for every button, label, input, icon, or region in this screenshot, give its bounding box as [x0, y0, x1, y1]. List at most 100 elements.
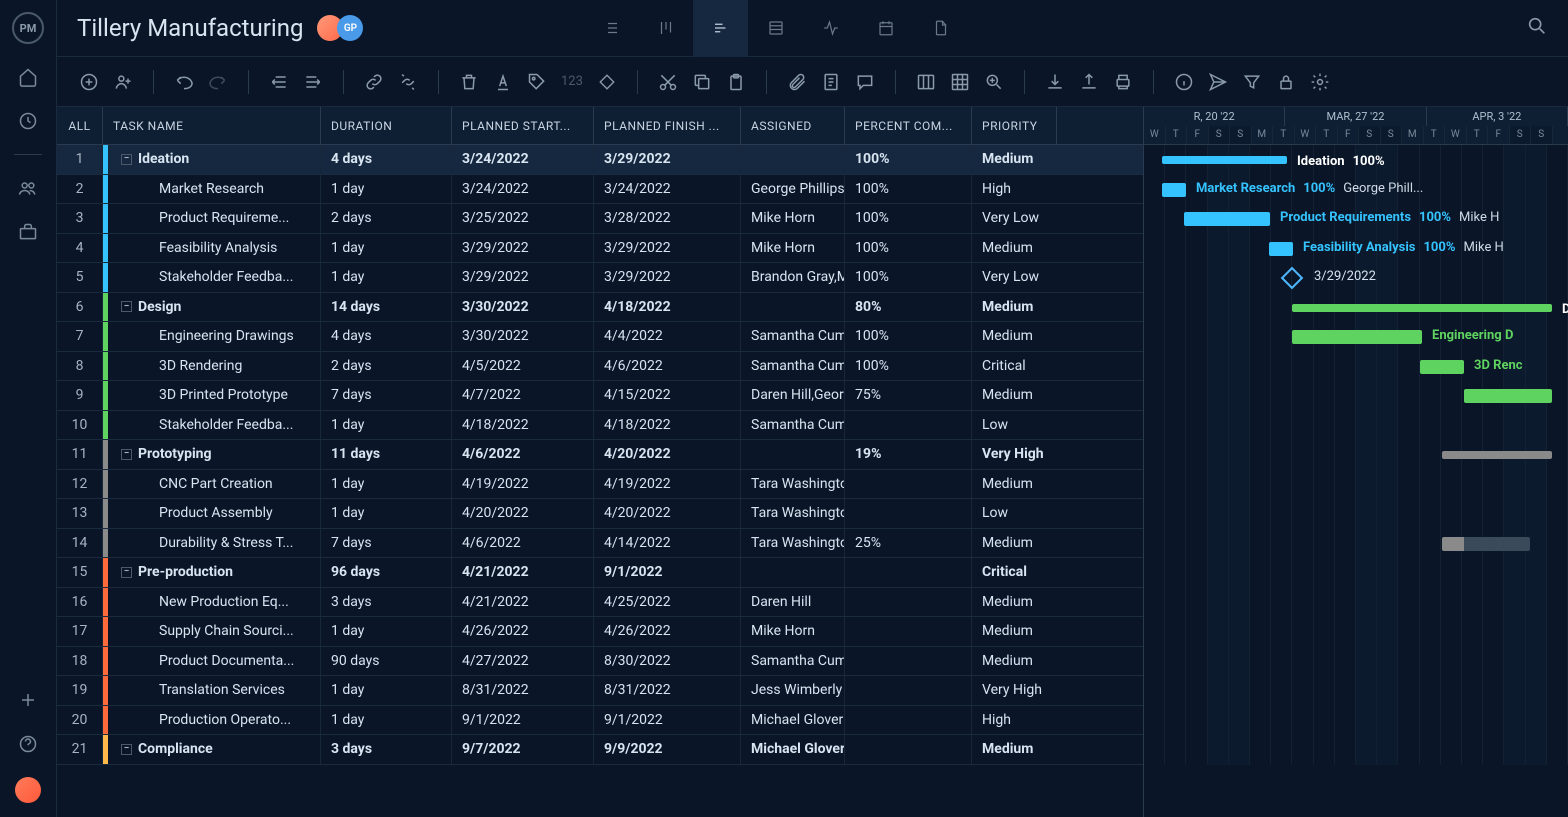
task-row[interactable]: 11−Prototyping11 days4/6/20224/20/202219… [57, 440, 1143, 470]
assigned-cell[interactable]: Mike Horn [741, 234, 845, 263]
assigned-cell[interactable] [741, 440, 845, 469]
task-row[interactable]: 15−Pre-production96 days4/21/20229/1/202… [57, 558, 1143, 588]
send-icon[interactable] [1208, 72, 1228, 92]
gantt-row[interactable]: 3/29/2022 [1144, 263, 1568, 293]
milestone-icon[interactable] [597, 72, 617, 92]
finish-cell[interactable]: 4/26/2022 [594, 617, 741, 646]
priority-cell[interactable]: Low [972, 499, 1057, 528]
priority-cell[interactable]: Medium [972, 617, 1057, 646]
task-row[interactable]: 14Durability & Stress T...7 days4/6/2022… [57, 529, 1143, 559]
gantt-bar[interactable] [1464, 389, 1552, 403]
start-cell[interactable]: 3/30/2022 [452, 322, 594, 351]
task-name-cell[interactable]: −Design [103, 293, 321, 322]
priority-cell[interactable]: Very High [972, 440, 1057, 469]
add-task-icon[interactable] [79, 72, 99, 92]
task-name-cell[interactable]: Supply Chain Sourci... [103, 617, 321, 646]
priority-cell[interactable]: Critical [972, 352, 1057, 381]
redo-icon[interactable] [208, 72, 228, 92]
filter-icon[interactable] [1242, 72, 1262, 92]
gantt-bar[interactable]: Feasibility Analysis100%Mike H [1269, 242, 1293, 256]
indent-icon[interactable] [303, 72, 323, 92]
task-name-cell[interactable]: Translation Services [103, 676, 321, 705]
view-board-icon[interactable] [638, 0, 693, 57]
percent-cell[interactable] [845, 470, 972, 499]
gantt-bar[interactable]: Ideation100% [1162, 156, 1287, 164]
gantt-row[interactable] [1144, 706, 1568, 736]
duration-cell[interactable]: 1 day [321, 499, 452, 528]
start-cell[interactable]: 4/20/2022 [452, 499, 594, 528]
gantt-row[interactable] [1144, 558, 1568, 588]
unlink-icon[interactable] [398, 72, 418, 92]
finish-cell[interactable]: 3/29/2022 [594, 145, 741, 174]
gantt-row[interactable] [1144, 499, 1568, 529]
duration-cell[interactable]: 7 days [321, 381, 452, 410]
priority-cell[interactable]: Medium [972, 234, 1057, 263]
priority-cell[interactable]: Very High [972, 676, 1057, 705]
assigned-cell[interactable]: Daren Hill [741, 588, 845, 617]
priority-cell[interactable]: Critical [972, 558, 1057, 587]
assigned-cell[interactable]: Daren Hill,Geor [741, 381, 845, 410]
start-cell[interactable]: 4/21/2022 [452, 588, 594, 617]
percent-cell[interactable]: 100% [845, 234, 972, 263]
task-row[interactable]: 3Product Requireme...2 days3/25/20223/28… [57, 204, 1143, 234]
task-name-cell[interactable]: 3D Printed Prototype [103, 381, 321, 410]
view-activity-icon[interactable] [803, 0, 858, 57]
task-row[interactable]: 17Supply Chain Sourci...1 day4/26/20224/… [57, 617, 1143, 647]
duration-cell[interactable]: 1 day [321, 263, 452, 292]
gantt-bar[interactable] [1442, 451, 1552, 459]
percent-cell[interactable]: 25% [845, 529, 972, 558]
percent-cell[interactable]: 100% [845, 145, 972, 174]
start-cell[interactable]: 4/19/2022 [452, 470, 594, 499]
avatar-2[interactable]: GP [337, 15, 363, 41]
duration-cell[interactable]: 1 day [321, 234, 452, 263]
assigned-cell[interactable]: Michael Glover [741, 706, 845, 735]
start-cell[interactable]: 3/24/2022 [452, 145, 594, 174]
task-row[interactable]: 1−Ideation4 days3/24/20223/29/2022100%Me… [57, 145, 1143, 175]
gantt-bar[interactable]: Market Research100%George Phill... [1162, 183, 1186, 197]
task-name-cell[interactable]: New Production Eq... [103, 588, 321, 617]
start-cell[interactable]: 3/25/2022 [452, 204, 594, 233]
task-name-cell[interactable]: 3D Rendering [103, 352, 321, 381]
info-icon[interactable] [1174, 72, 1194, 92]
col-finish[interactable]: PLANNED FINISH ... [594, 107, 741, 144]
duration-cell[interactable]: 1 day [321, 411, 452, 440]
gantt-row[interactable] [1144, 588, 1568, 618]
col-assigned[interactable]: ASSIGNED [741, 107, 845, 144]
task-row[interactable]: 13Product Assembly1 day4/20/20224/20/202… [57, 499, 1143, 529]
finish-cell[interactable]: 8/31/2022 [594, 676, 741, 705]
duration-cell[interactable]: 2 days [321, 352, 452, 381]
export-icon[interactable] [1079, 72, 1099, 92]
col-all[interactable]: ALL [57, 107, 103, 144]
task-row[interactable]: 93D Printed Prototype7 days4/7/20224/15/… [57, 381, 1143, 411]
gantt-row[interactable]: Market Research100%George Phill... [1144, 175, 1568, 205]
percent-cell[interactable]: 75% [845, 381, 972, 410]
finish-cell[interactable]: 4/19/2022 [594, 470, 741, 499]
task-name-cell[interactable]: Stakeholder Feedba... [103, 263, 321, 292]
outdent-icon[interactable] [269, 72, 289, 92]
task-name-cell[interactable]: Engineering Drawings [103, 322, 321, 351]
collapse-icon[interactable]: − [121, 449, 132, 460]
start-cell[interactable]: 3/29/2022 [452, 234, 594, 263]
col-duration[interactable]: DURATION [321, 107, 452, 144]
assigned-cell[interactable]: George Phillips [741, 175, 845, 204]
task-row[interactable]: 12CNC Part Creation1 day4/19/20224/19/20… [57, 470, 1143, 500]
gantt-bar[interactable]: Product Requirements100%Mike H [1184, 212, 1270, 226]
finish-cell[interactable]: 4/18/2022 [594, 293, 741, 322]
start-cell[interactable]: 4/26/2022 [452, 617, 594, 646]
percent-cell[interactable]: 100% [845, 204, 972, 233]
start-cell[interactable]: 4/5/2022 [452, 352, 594, 381]
finish-cell[interactable]: 3/24/2022 [594, 175, 741, 204]
undo-icon[interactable] [174, 72, 194, 92]
duration-cell[interactable]: 1 day [321, 676, 452, 705]
gantt-bar[interactable] [1442, 537, 1530, 551]
plus-icon[interactable] [17, 689, 39, 711]
assigned-cell[interactable] [741, 293, 845, 322]
priority-cell[interactable]: Low [972, 411, 1057, 440]
start-cell[interactable]: 4/6/2022 [452, 440, 594, 469]
task-row[interactable]: 7Engineering Drawings4 days3/30/20224/4/… [57, 322, 1143, 352]
columns-icon[interactable] [916, 72, 936, 92]
duration-cell[interactable]: 96 days [321, 558, 452, 587]
assigned-cell[interactable]: Tara Washingto [741, 499, 845, 528]
collapse-icon[interactable]: − [121, 154, 132, 165]
duration-cell[interactable]: 4 days [321, 145, 452, 174]
